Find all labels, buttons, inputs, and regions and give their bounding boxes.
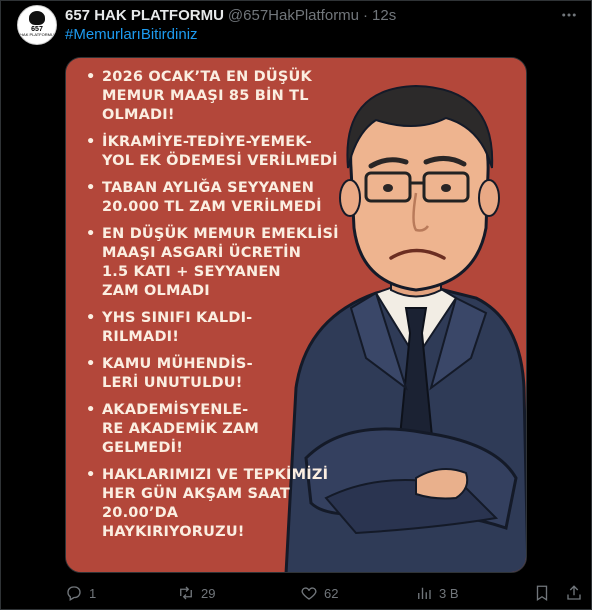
poster-line: MAAŞI ASGARİ ÜCRETİN [102,245,302,261]
avatar-logo-subtext: HAK PLATFORMU [20,32,54,37]
tweet-actions-bar: 1 29 62 3 B [57,579,592,607]
tweet-timestamp[interactable]: 12s [372,7,396,24]
poster-item: KAMU MÜHENDİS- LERİ UNUTULDU! [86,355,366,393]
poster-list: 2026 OCAK’TA EN DÜŞÜK MEMUR MAAŞI 85 BİN… [86,68,366,550]
like-count: 62 [324,585,339,601]
poster-line: 1.5 KATI + SEYYANEN [102,264,281,280]
poster-line: AKADEMİSYENLE- [102,402,249,418]
avatar-emblem-icon [29,11,45,25]
poster-line: HER GÜN AKŞAM SAAT 20.00’DA [102,486,290,521]
poster-item: TABAN AYLIĞA SEYYANEN 20.000 TL ZAM VERİ… [86,179,366,217]
poster-line: TABAN AYLIĞA SEYYANEN [102,180,315,196]
poster-item: YHS SINIFI KALDI- RILMADI! [86,309,366,347]
poster-line: HAYKIRIYORUZU! [102,524,245,540]
poster-line: GELMEDİ! [102,440,184,456]
poster-line: RILMADI! [102,329,180,345]
poster-line: İKRAMİYE-TEDİYE-YEMEK- [102,134,312,150]
tweet-header: 657 HAK PLATFORMU @657HakPlatformu · 12s [65,5,396,25]
views-button[interactable]: 3 B [415,579,459,607]
poster-line: YOL EK ÖDEMESİ VERİLMEDİ [102,153,338,169]
poster-item: AKADEMİSYENLE- RE AKADEMİK ZAM GELMEDİ! [86,401,366,458]
share-button[interactable] [565,579,583,607]
more-icon[interactable] [557,3,581,27]
bookmark-button[interactable] [533,579,551,607]
poster-item: EN DÜŞÜK MEMUR EMEKLİSİ MAAŞI ASGARİ ÜCR… [86,225,366,301]
poster-item: İKRAMİYE-TEDİYE-YEMEK- YOL EK ÖDEMESİ VE… [86,133,366,171]
poster-line: OLMADI! [102,107,175,123]
reply-icon [67,586,81,601]
bookmark-icon [536,585,548,602]
hashtag-link[interactable]: #MemurlarıBitirdiniz [65,26,198,43]
retweet-button[interactable]: 29 [177,579,215,607]
poster-line: 2026 OCAK’TA EN DÜŞÜK [102,69,312,85]
poster-line: RE AKADEMİK ZAM [102,421,260,437]
poster-line: EN DÜŞÜK MEMUR EMEKLİSİ [102,226,339,242]
retweet-count: 29 [201,585,216,601]
reply-count: 1 [89,585,97,601]
author-display-name[interactable]: 657 HAK PLATFORMU [65,7,224,24]
poster-line: HAKLARIMIZI VE TEPKİMİZİ [102,467,329,483]
heart-icon [301,587,317,600]
poster-line: ZAM OLMADI [102,283,210,299]
poster-line: MEMUR MAAŞI 85 BİN TL [102,88,309,104]
views-icon [418,587,431,599]
views-count: 3 B [439,585,459,601]
poster-line: YHS SINIFI KALDI- [102,310,253,326]
retweet-icon [180,586,192,600]
separator-dot: · [363,6,369,24]
poster-line: 20.000 TL ZAM VERİLMEDİ [102,199,322,215]
poster-line: LERİ UNUTULDU! [102,375,243,391]
poster-line: KAMU MÜHENDİS- [102,356,253,372]
tweet-media-image[interactable]: 2026 OCAK’TA EN DÜŞÜK MEMUR MAAŞI 85 BİN… [65,57,527,573]
share-icon [567,585,581,600]
avatar[interactable]: 657 HAK PLATFORMU [17,5,57,45]
author-handle[interactable]: @657HakPlatformu [228,7,359,24]
reply-button[interactable]: 1 [65,579,96,607]
like-button[interactable]: 62 [300,579,338,607]
poster-item: HAKLARIMIZI VE TEPKİMİZİ HER GÜN AKŞAM S… [86,466,366,542]
tweet[interactable]: 657 HAK PLATFORMU 657 HAK PLATFORMU @657… [0,0,592,610]
poster-item: 2026 OCAK’TA EN DÜŞÜK MEMUR MAAŞI 85 BİN… [86,68,366,125]
